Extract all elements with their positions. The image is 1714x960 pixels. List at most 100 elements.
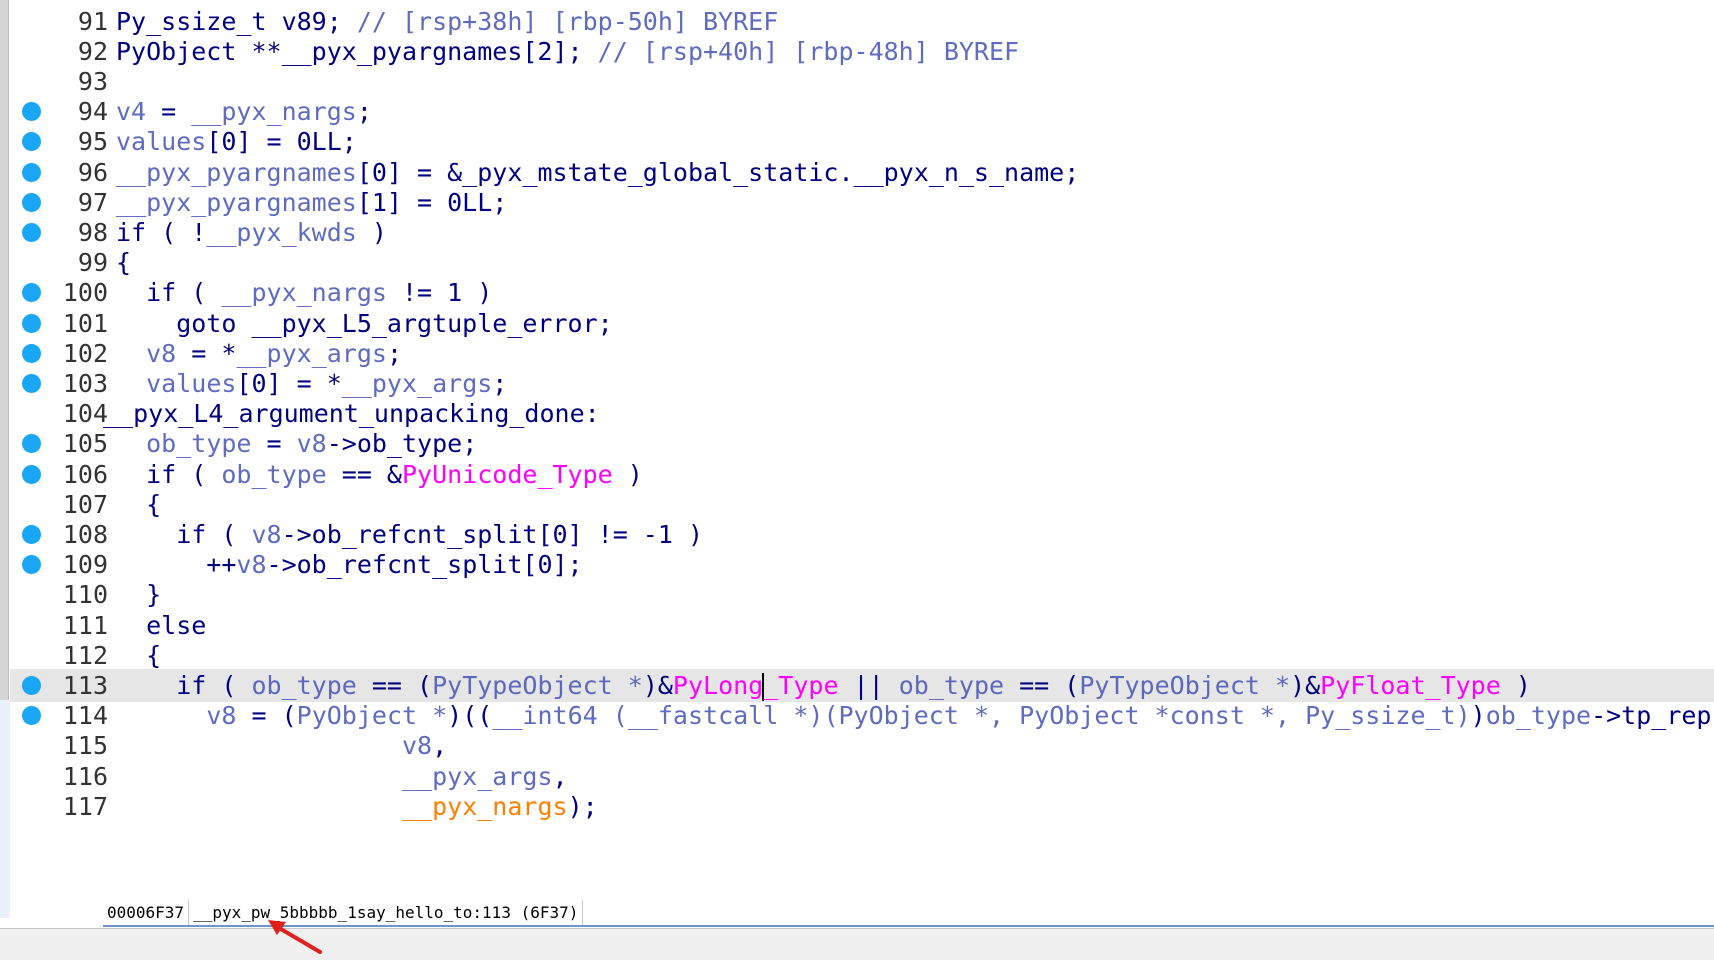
code-token: v8 [401, 731, 433, 761]
code-text[interactable]: if ( ob_type == &PyUnicode_Type ) [116, 458, 643, 491]
line-number: 104 [62, 399, 108, 429]
code-line[interactable]: 110 } [10, 578, 1714, 611]
line-number: 97 [77, 187, 108, 217]
code-line[interactable]: 108 if ( v8->ob_refcnt_split[0] != -1 ) [10, 518, 1714, 551]
code-text[interactable]: { [116, 246, 131, 279]
code-line[interactable]: 97 __pyx_pyargnames[1] = 0LL; [10, 186, 1714, 219]
code-text[interactable]: v8 = (PyObject *)((__int64 (__fastcall *… [116, 699, 1714, 732]
code-token: __pyx_nargs [221, 278, 387, 308]
code-token: if ( [116, 278, 222, 308]
pseudocode-view[interactable]: 91 Py_ssize_t v89; // [rsp+38h] [rbp-50h]… [10, 0, 1714, 900]
code-text[interactable]: values[0] = 0LL; [116, 125, 357, 158]
breakpoint-dot-icon[interactable] [22, 434, 41, 454]
code-text[interactable]: goto __pyx_L5_argtuple_error; [116, 307, 613, 340]
code-text[interactable]: { [116, 639, 161, 672]
code-token: ->ob_refcnt_split[0]; [266, 550, 583, 580]
breakpoint-dot-icon[interactable] [22, 132, 41, 152]
code-line[interactable]: 102 v8 = *__pyx_args; [10, 337, 1714, 370]
code-text[interactable]: if ( !__pyx_kwds ) [116, 216, 387, 249]
code-text[interactable]: } [116, 578, 161, 611]
code-text[interactable]: { [116, 488, 161, 521]
code-token: == ( [1004, 670, 1080, 700]
code-token: ; [492, 368, 508, 398]
code-text[interactable]: __pyx_nargs); [116, 790, 598, 823]
code-text[interactable]: ob_type = v8->ob_type; [116, 427, 477, 460]
code-line[interactable]: 107 { [10, 488, 1714, 521]
code-line[interactable]: 96 __pyx_pyargnames[0] = &_pyx_mstate_glo… [10, 156, 1714, 189]
code-text[interactable]: PyObject **__pyx_pyargnames[2]; // [rsp+… [116, 35, 1019, 68]
code-token: ++ [116, 550, 237, 580]
code-token: [0] = * [236, 368, 342, 398]
breakpoint-dot-icon[interactable] [22, 706, 41, 726]
code-line[interactable]: 116 __pyx_args, [10, 760, 1714, 793]
code-line[interactable]: 115 v8, [10, 729, 1714, 762]
breakpoint-dot-icon[interactable] [22, 162, 41, 182]
breakpoint-dot-icon[interactable] [22, 675, 41, 695]
code-line[interactable]: 98 if ( !__pyx_kwds ) [10, 216, 1714, 249]
code-token: v4 [116, 97, 147, 127]
code-line[interactable]: 111 else [10, 609, 1714, 642]
code-text[interactable]: v8 = *__pyx_args; [116, 337, 402, 370]
code-token: __pyx_nargs [401, 791, 568, 821]
code-token: PyTypeObject * [432, 670, 643, 700]
code-line[interactable]: 101 goto __pyx_L5_argtuple_error; [10, 307, 1714, 340]
line-number: 93 [77, 66, 108, 96]
breakpoint-dot-icon[interactable] [22, 192, 41, 212]
code-line[interactable]: 99 { [10, 246, 1714, 279]
breakpoint-dot-icon[interactable] [22, 524, 41, 544]
code-text[interactable]: v8, [116, 729, 447, 762]
code-text[interactable]: v4 = __pyx_nargs; [116, 95, 372, 128]
code-token: ->ob_refcnt_split[0] != -1 ) [281, 519, 704, 549]
code-line[interactable]: 95 values[0] = 0LL; [10, 125, 1714, 158]
code-line[interactable]: 105 ob_type = v8->ob_type; [10, 427, 1714, 460]
breakpoint-dot-icon[interactable] [22, 283, 41, 303]
code-token: __pyx_args [341, 368, 493, 398]
code-text[interactable]: else [116, 609, 206, 642]
code-text[interactable]: __pyx_args, [116, 760, 568, 793]
code-text[interactable]: __pyx_L4_argument_unpacking_done: [103, 397, 600, 430]
breakpoint-dot-icon[interactable] [22, 313, 41, 333]
code-token: if ( ! [116, 217, 207, 247]
code-token: )& [642, 670, 673, 700]
window-left-border-lower [0, 700, 10, 918]
code-text[interactable]: __pyx_pyargnames[1] = 0LL; [116, 186, 507, 219]
code-line[interactable]: 109 ++v8->ob_refcnt_split[0]; [10, 548, 1714, 581]
code-text[interactable]: __pyx_pyargnames[0] = &_pyx_mstate_globa… [116, 156, 1079, 189]
breakpoint-dot-icon[interactable] [22, 343, 41, 363]
code-token: } [116, 580, 162, 610]
code-line[interactable]: 112 { [10, 639, 1714, 672]
current-code-line[interactable]: 113 if ( ob_type == (PyTypeObject *)&PyL… [10, 668, 1714, 702]
breakpoint-dot-icon[interactable] [22, 222, 41, 242]
breakpoint-dot-icon[interactable] [22, 373, 41, 393]
code-text[interactable]: if ( ob_type == (PyTypeObject *)&PyLong_… [116, 669, 1531, 702]
code-line[interactable]: 100 if ( __pyx_nargs != 1 ) [10, 276, 1714, 309]
line-number: 117 [62, 791, 108, 821]
code-line[interactable]: 91 Py_ssize_t v89; // [rsp+38h] [rbp-50h]… [10, 5, 1714, 38]
code-line[interactable]: 93 [10, 65, 1714, 98]
code-line[interactable]: 106 if ( ob_type == &PyUnicode_Type ) [10, 458, 1714, 491]
code-line[interactable]: 103 values[0] = *__pyx_args; [10, 367, 1714, 400]
code-text[interactable]: Py_ssize_t v89; // [rsp+38h] [rbp-50h] B… [116, 5, 778, 38]
code-token: [0] = &_pyx_mstate_global_static.__pyx_n… [356, 157, 1080, 187]
code-text[interactable]: if ( __pyx_nargs != 1 ) [116, 276, 492, 309]
code-token: v8 [146, 338, 177, 368]
code-text[interactable]: if ( v8->ob_refcnt_split[0] != -1 ) [116, 518, 703, 551]
code-text[interactable]: ++v8->ob_refcnt_split[0]; [116, 548, 583, 581]
code-line[interactable]: 104 __pyx_L4_argument_unpacking_done: [10, 397, 1714, 430]
code-line[interactable]: 117 __pyx_nargs); [10, 790, 1714, 823]
code-line[interactable]: 114 v8 = (PyObject *)((__int64 (__fastca… [10, 699, 1714, 732]
code-token: PyObject **__pyx_pyargnames[2]; [116, 36, 598, 66]
code-line[interactable]: 94 v4 = __pyx_nargs; [10, 95, 1714, 128]
code-token: ob_type [221, 459, 327, 489]
code-line[interactable]: 92 PyObject **__pyx_pyargnames[2]; // [rs… [10, 35, 1714, 68]
breakpoint-dot-icon[interactable] [22, 555, 41, 575]
breakpoint-dot-icon[interactable] [22, 464, 41, 484]
code-token: Py_ssize_t v89; [116, 6, 357, 36]
breakpoint-dot-icon[interactable] [22, 102, 41, 122]
code-token: == ( [356, 670, 433, 700]
line-number: 98 [77, 217, 108, 247]
code-token: ob_type [251, 670, 357, 700]
line-number: 114 [62, 701, 108, 731]
code-token: = * [176, 338, 237, 368]
code-text[interactable]: values[0] = *__pyx_args; [116, 367, 507, 400]
